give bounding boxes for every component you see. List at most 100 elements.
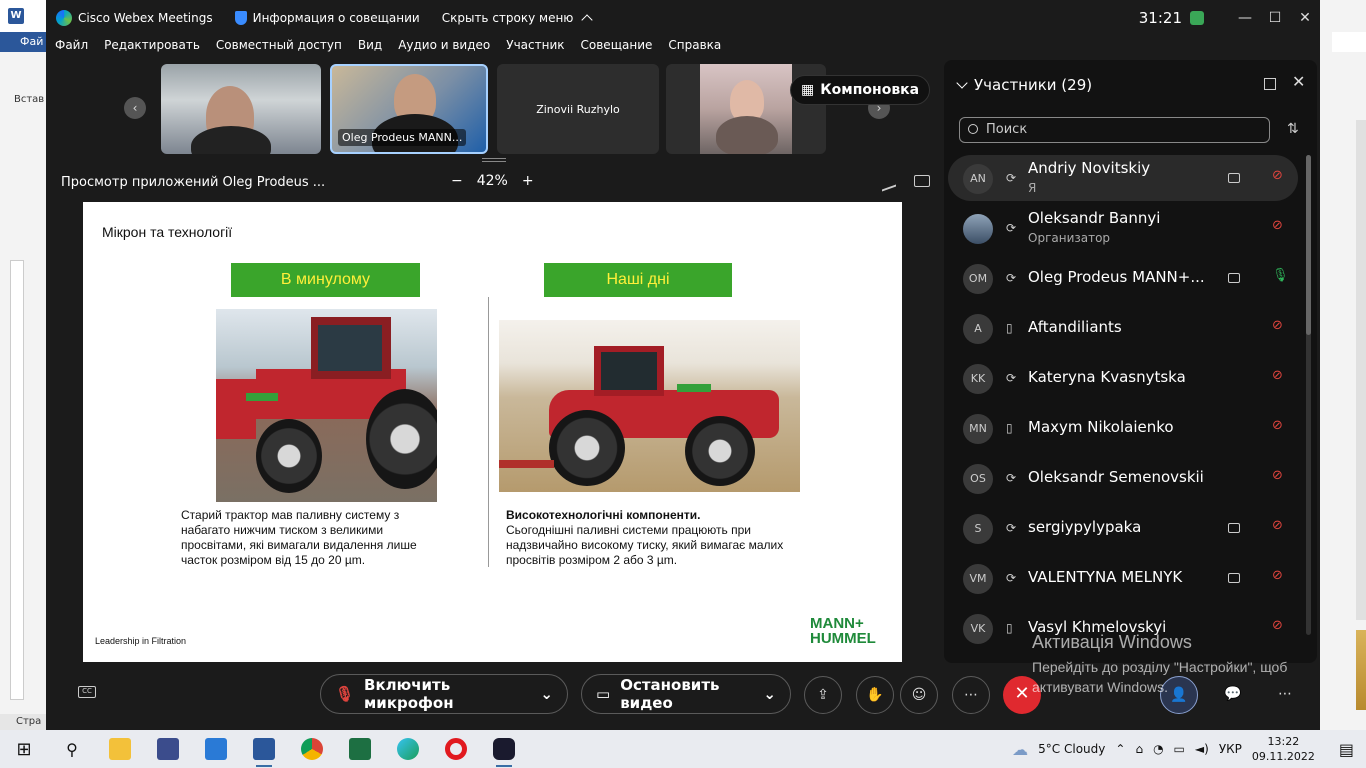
participant-row[interactable]: KK ⟳ Kateryna Kvasnytska ⊘ [948,355,1298,401]
participant-row[interactable]: OS ⟳ Oleksandr Semenovskii ⊘ [948,455,1298,501]
activation-line-3: активувати Windows. [1032,679,1168,695]
slide-title: Мікрон та технології [102,224,233,240]
participant-name: sergiypylypaka [1028,518,1142,536]
weather-text[interactable]: 5°C Cloudy [1038,742,1105,756]
menu-help[interactable]: Справка [668,38,721,58]
participant-row[interactable]: AN ⟳ Andriy Novitskiy Я ⊘ [948,155,1298,201]
resize-handle[interactable] [482,158,506,162]
taskbar-chrome[interactable] [288,730,336,768]
hide-menu-button[interactable]: Скрыть строку меню [442,11,594,26]
chrome-icon [301,738,323,760]
chevron-up-icon[interactable]: ⌃ [1115,742,1125,756]
mic-muted-icon[interactable]: ⊘ [1272,468,1283,483]
menu-share[interactable]: Совместный доступ [216,38,342,58]
excel-icon [349,738,371,760]
menu-file[interactable]: Файл [55,38,88,58]
mic-muted-icon[interactable]: ⊘ [1272,168,1283,183]
cloud-icon[interactable]: ☁ [1012,740,1028,759]
taskbar-mail[interactable] [192,730,240,768]
participant-name: Andriy Novitskiy [1028,159,1151,177]
remote-control-icon[interactable] [914,175,930,187]
menu-participant[interactable]: Участник [506,38,564,58]
participant-row[interactable]: MN ▯ Maxym Nikolaienko ⊘ [948,405,1298,451]
chevron-down-icon[interactable]: ⌄ [763,685,776,703]
shared-slide: Мікрон та технології В минулому Наші дні [83,202,902,662]
taskbar-save[interactable] [144,730,192,768]
clock[interactable]: 13:22 09.11.2022 [1252,734,1315,764]
mute-button[interactable]: 🎙 Включить микрофон ⌄ [320,674,568,714]
start-button[interactable]: ⊞ [0,730,48,768]
share-icon[interactable]: ⇪ [804,676,842,714]
mic-muted-icon[interactable]: ⊘ [1272,318,1283,333]
volume-icon[interactable]: ◄) [1195,742,1209,756]
new-tractor-image [499,320,800,492]
mic-muted-icon[interactable]: ⊘ [1272,368,1283,383]
word-paste-label[interactable]: Встав [14,94,44,105]
mic-muted-icon[interactable]: ⊘ [1272,218,1283,233]
reactions-icon[interactable]: ☺ [900,676,938,714]
battery-icon[interactable]: ▭ [1174,742,1185,756]
participant-row[interactable]: VM ⟳ VALENTYNA MELNYK ⊘ [948,555,1298,601]
chevron-down-icon[interactable]: ⌄ [540,685,553,703]
taskbar-word[interactable] [240,730,288,768]
taskbar-excel[interactable] [336,730,384,768]
notifications-icon[interactable]: ▤ [1339,740,1354,759]
raise-hand-icon[interactable]: ✋ [856,676,894,714]
search-button[interactable]: ⚲ [48,730,96,768]
webex-window: Cisco Webex Meetings Информация о совеща… [46,0,1320,730]
maximize-icon[interactable]: ☐ [1260,10,1290,26]
participant-name: Aftandiliants [1028,318,1122,336]
scrollbar-thumb[interactable] [1306,155,1311,335]
mic-muted-icon[interactable]: ⊘ [1272,418,1283,433]
video-tile[interactable]: Zinovii Ruzhylo [497,64,659,154]
mic-muted-icon[interactable]: ⊘ [1272,568,1283,583]
meeting-info-button[interactable]: Информация о совещании [234,11,420,25]
word-icon[interactable]: W [8,8,24,24]
menu-meeting[interactable]: Совещание [581,38,653,58]
taskbar-webex[interactable] [480,730,528,768]
participant-row[interactable]: ⟳ Oleksandr Bannyi Организатор ⊘ [948,205,1298,251]
captions-icon[interactable]: CC [78,686,96,698]
layout-icon: ▦ [801,82,815,98]
word-scrollbar[interactable] [1356,120,1366,620]
close-icon[interactable]: ✕ [1290,10,1320,26]
new-description-body: Сьогоднішні паливні системи працюють при… [506,523,784,567]
participant-body [716,116,778,154]
participants-header[interactable]: Участники (29) [956,76,1092,94]
connection-signal-icon[interactable] [1190,11,1204,25]
annotate-icon[interactable] [882,172,896,192]
video-label: Остановить видео [620,676,720,712]
minimize-icon[interactable]: — [1230,10,1260,26]
taskbar-explorer[interactable] [96,730,144,768]
participant-row[interactable]: A ▯ Aftandiliants ⊘ [948,305,1298,351]
participant-row[interactable]: S ⟳ sergiypylypaka ⊘ [948,505,1298,551]
taskbar-opera[interactable] [432,730,480,768]
more-options-icon[interactable]: ⋯ [952,676,990,714]
participant-row[interactable]: OM ⟳ Oleg Prodeus MANN+... 🎙 [948,255,1298,301]
prev-video-button[interactable]: ‹ [124,97,146,119]
avatar [963,214,993,244]
word-file-tab[interactable]: Фай [0,32,46,52]
zoom-in-button[interactable]: + [522,173,534,189]
layout-button[interactable]: ▦ Компоновка [790,75,931,105]
popout-icon[interactable] [1264,78,1276,90]
taskbar-edge[interactable] [384,730,432,768]
menu-view[interactable]: Вид [358,38,382,58]
video-tile[interactable] [161,64,321,154]
mic-muted-icon[interactable]: ⊘ [1272,618,1283,633]
video-tile-active[interactable]: Oleg Prodeus MANN... [330,64,488,154]
mic-muted-icon[interactable]: ⊘ [1272,518,1283,533]
language-indicator[interactable]: УКР [1219,742,1242,756]
participant-search-input[interactable]: Поиск [959,117,1270,143]
zoom-out-button[interactable]: − [451,173,463,189]
network-icon[interactable]: ⌂ [1135,742,1143,756]
wifi-icon[interactable]: ◔ [1153,742,1163,756]
panel-scrollbar[interactable] [1306,155,1311,635]
menu-edit[interactable]: Редактировать [104,38,200,58]
close-panel-icon[interactable]: ✕ [1292,72,1305,91]
menu-audio-video[interactable]: Аудио и видео [398,38,490,58]
chevron-down-icon [956,77,968,89]
video-button[interactable]: ▭ Остановить видео ⌄ [581,674,791,714]
sort-icon[interactable]: ⇅ [1287,121,1299,137]
mic-on-icon[interactable]: 🎙 [1272,268,1289,283]
